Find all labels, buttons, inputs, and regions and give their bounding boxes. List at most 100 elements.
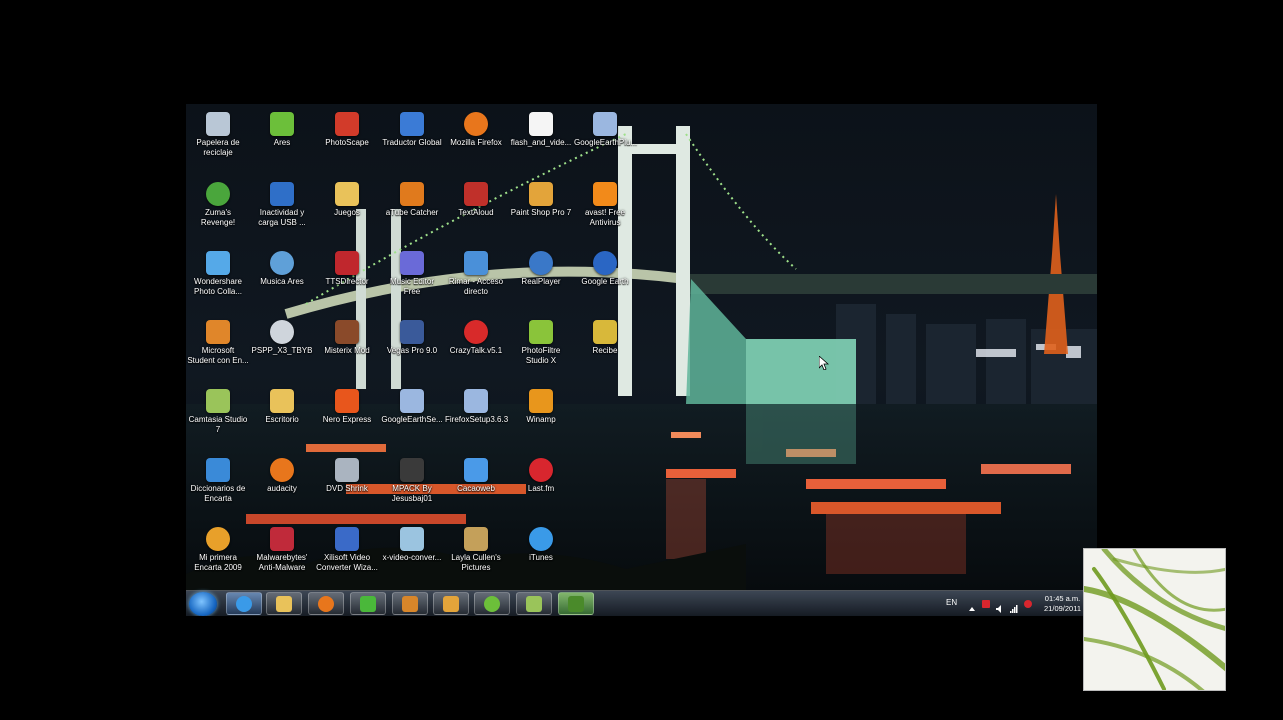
desktop-icon-rimar[interactable]: Rimar - Acceso directo xyxy=(444,247,508,313)
desktop-icon-encarta[interactable]: Mi primera Encarta 2009 xyxy=(186,523,250,589)
desktop-icon-lastfm[interactable]: Last.fm xyxy=(509,454,573,520)
desktop-icon-recibe[interactable]: Recibe xyxy=(573,316,637,382)
desktop-icon-musica-ares[interactable]: Musica Ares xyxy=(250,247,314,313)
installer-icon xyxy=(593,112,617,136)
malwarebytes-icon xyxy=(270,527,294,551)
folder-pictures-icon xyxy=(464,527,488,551)
desktop-icon-papelera[interactable]: Papelera de reciclaje xyxy=(186,108,250,174)
language-indicator[interactable]: EN xyxy=(946,598,957,607)
desktop-icon-firefox[interactable]: Mozilla Firefox xyxy=(444,108,508,174)
desktop-icon-juegos[interactable]: Juegos xyxy=(315,178,379,244)
network-icon[interactable] xyxy=(1010,600,1018,613)
desktop-icon-googleearth-setup[interactable]: GoogleEarthSe... xyxy=(380,385,444,451)
recycle-bin-icon xyxy=(206,112,230,136)
action-center-flag-icon[interactable] xyxy=(982,600,990,608)
desktop-icon-avast[interactable]: avast! Free Antivirus xyxy=(573,178,637,244)
desktop-icon-paintshop[interactable]: Paint Shop Pro 7 xyxy=(509,178,573,244)
desktop-icon-misterix[interactable]: Misterix Mod xyxy=(315,316,379,382)
desktop-icon-crazytalk[interactable]: CrazyTalk.v5.1 xyxy=(444,316,508,382)
desktop-icon-wondershare[interactable]: Wondershare Photo Colla... xyxy=(186,247,250,313)
avast-icon xyxy=(593,182,617,206)
desktop-icon-ms-student[interactable]: Microsoft Student con En... xyxy=(186,316,250,382)
desktop-icon-usb[interactable]: Inactividad y carga USB ... xyxy=(250,178,314,244)
system-tray: EN 01:45 a.m. 21/09/2011 xyxy=(932,591,1097,616)
desktop-icon-zuma[interactable]: Zuma's Revenge! xyxy=(186,178,250,244)
photofiltre-icon xyxy=(529,320,553,344)
desktop-icon-camtasia[interactable]: Camtasia Studio 7 xyxy=(186,385,250,451)
photoscape-icon xyxy=(335,112,359,136)
taskbar-button-package[interactable] xyxy=(392,592,428,615)
audacity-icon xyxy=(270,458,294,482)
desktop-icon-winamp[interactable]: Winamp xyxy=(509,385,573,451)
internet-explorer-icon xyxy=(236,596,252,612)
desktop-icon-escritorio[interactable]: Escritorio xyxy=(250,385,314,451)
vegas-icon xyxy=(400,320,424,344)
taskbar-button-media-player[interactable] xyxy=(308,592,344,615)
usb-icon xyxy=(270,182,294,206)
desktop-icon-nero[interactable]: Nero Express xyxy=(315,385,379,451)
desktop-icon-photofiltre[interactable]: PhotoFiltre Studio X xyxy=(509,316,573,382)
installer-icon xyxy=(400,389,424,413)
ares-icon xyxy=(270,112,294,136)
green-swirl-logo xyxy=(1084,549,1225,690)
desktop-icon-photoscape[interactable]: PhotoScape xyxy=(315,108,379,174)
itunes-icon xyxy=(529,527,553,551)
taskbar-button-paint-shop[interactable] xyxy=(433,592,469,615)
desktop-icon-textaloud[interactable]: TextAloud xyxy=(444,178,508,244)
desktop-icon-firefox-setup[interactable]: FirefoxSetup3.6.3 xyxy=(444,385,508,451)
desktop-icon-diccionarios[interactable]: Diccionarios de Encarta xyxy=(186,454,250,520)
desktop: Papelera de reciclaje Ares PhotoScape Tr… xyxy=(186,104,1097,616)
desktop-icon-mpack[interactable]: MPACK By Jesusbaj01 xyxy=(380,454,444,520)
taskbar-button-internet-explorer[interactable] xyxy=(226,592,262,615)
desktop-icon-atube[interactable]: aTube Catcher xyxy=(380,178,444,244)
music-editor-icon xyxy=(400,251,424,275)
show-hidden-icons-icon[interactable] xyxy=(968,600,976,611)
mouse-cursor-icon xyxy=(819,356,829,370)
taskbar: EN 01:45 a.m. 21/09/2011 xyxy=(186,590,1097,616)
messenger-icon xyxy=(360,596,376,612)
nero-icon xyxy=(335,389,359,413)
taskbar-button-explorer[interactable] xyxy=(266,592,302,615)
volume-icon[interactable] xyxy=(996,600,1004,613)
desktop-icon-xilisoft[interactable]: Xilisoft Video Converter Wiza... xyxy=(315,523,379,589)
taskbar-button-camtasia-recorder[interactable] xyxy=(558,592,594,615)
taskbar-button-ares[interactable] xyxy=(474,592,510,615)
taskbar-button-messenger[interactable] xyxy=(350,592,386,615)
desktop-icon-googleearth-plugin[interactable]: GoogleEarthPlu... xyxy=(573,108,637,174)
paint-shop-icon xyxy=(443,596,459,612)
desktop-icon-google-earth[interactable]: Google Earth xyxy=(573,247,637,313)
winamp-icon xyxy=(529,389,553,413)
desktop-icon-x-video-converter[interactable]: x-video-conver... xyxy=(380,523,444,589)
zuma-icon xyxy=(206,182,230,206)
desktop-icon-ttsdirector[interactable]: TTSDirector xyxy=(315,247,379,313)
desktop-icon-malwarebytes[interactable]: Malwarebytes' Anti-Malware xyxy=(250,523,314,589)
tray-app-icon[interactable] xyxy=(1024,600,1032,608)
desktop-icon-dvdshrink[interactable]: DVD Shrink xyxy=(315,454,379,520)
desktop-icon-traductor[interactable]: Traductor Global xyxy=(380,108,444,174)
music-icon xyxy=(270,251,294,275)
desktop-icon-music-editor[interactable]: Music Editor Free xyxy=(380,247,444,313)
misterix-icon xyxy=(335,320,359,344)
tts-icon xyxy=(335,251,359,275)
start-button[interactable] xyxy=(189,592,217,616)
desktop-icon-pspp[interactable]: PSPP_X3_TBYB xyxy=(250,316,314,382)
taskbar-button-camtasia[interactable] xyxy=(516,592,552,615)
desktop-icon-flash-video[interactable]: flash_and_vide... xyxy=(509,108,573,174)
desktop-icon-layla-pictures[interactable]: Layla Cullen's Pictures xyxy=(444,523,508,589)
desktop-icon-cacaoweb[interactable]: Cacaoweb xyxy=(444,454,508,520)
clock-date: 21/09/2011 xyxy=(1044,604,1081,613)
desktop-icon-vegas[interactable]: Vegas Pro 9.0 xyxy=(380,316,444,382)
mpack-icon xyxy=(400,458,424,482)
receive-icon xyxy=(593,320,617,344)
desktop-icon-ares[interactable]: Ares xyxy=(250,108,314,174)
cd-icon xyxy=(270,320,294,344)
shortcut-icon xyxy=(464,251,488,275)
desktop-icon-realplayer[interactable]: RealPlayer xyxy=(509,247,573,313)
encarta-icon xyxy=(206,527,230,551)
desktop-icon-audacity[interactable]: audacity xyxy=(250,454,314,520)
dictionary-icon xyxy=(206,458,230,482)
desktop-icon-itunes[interactable]: iTunes xyxy=(509,523,573,589)
clock[interactable]: 01:45 a.m. 21/09/2011 xyxy=(1044,594,1081,614)
paintshop-icon xyxy=(529,182,553,206)
windows-explorer-icon xyxy=(276,596,292,612)
